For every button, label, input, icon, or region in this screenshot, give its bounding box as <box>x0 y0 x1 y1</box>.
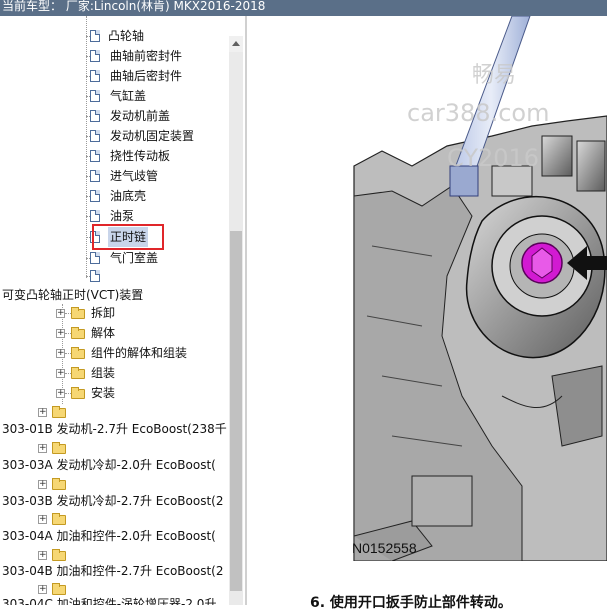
engine-illustration: 畅易 car388.com CY2016 <box>353 16 607 561</box>
tree-section-303-03b[interactable]: 303-03B 发动机冷却-2.7升 EcoBoost(2 <box>2 491 224 511</box>
scroll-up-arrow-icon[interactable] <box>229 36 243 52</box>
expand-icon[interactable]: + <box>56 369 65 378</box>
document-icon <box>90 90 100 102</box>
tree-section-303-04c[interactable]: 303-04C 加油和控件-涡轮增压器-2.0升 <box>2 594 216 605</box>
watermark-line-1: 畅易 <box>472 63 516 88</box>
document-icon <box>90 210 100 222</box>
document-icon <box>90 190 100 202</box>
document-icon <box>90 270 100 282</box>
folder-icon <box>71 367 85 379</box>
expand-icon[interactable]: + <box>38 515 47 524</box>
expand-icon[interactable]: + <box>38 551 47 560</box>
document-icon <box>90 252 100 264</box>
folder-icon <box>52 442 66 454</box>
tree-section-303-04b[interactable]: 303-04B 加油和控件-2.7升 EcoBoost(2 <box>2 561 224 581</box>
document-icon <box>90 170 100 182</box>
watermark-line-2: car388.com <box>407 99 549 127</box>
expand-icon[interactable]: + <box>56 329 65 338</box>
tree-scrollbar[interactable] <box>229 36 243 605</box>
expand-icon[interactable]: + <box>38 585 47 594</box>
document-icon <box>90 130 100 142</box>
expand-icon[interactable]: + <box>38 408 47 417</box>
tree-section-303-01b[interactable]: 303-01B 发动机-2.7升 EcoBoost(238千 <box>2 419 227 439</box>
document-icon <box>90 70 100 82</box>
document-icon <box>90 110 100 122</box>
expand-icon[interactable]: + <box>38 444 47 453</box>
tree-section-303-04a[interactable]: 303-04A 加油和控件-2.0升 EcoBoost( <box>2 526 216 546</box>
scrollbar-thumb[interactable] <box>230 231 242 591</box>
folder-icon <box>71 347 85 359</box>
watermark-line-3: CY2016 <box>447 144 539 172</box>
folder-icon <box>71 387 85 399</box>
folder-icon <box>71 307 85 319</box>
expand-icon[interactable]: + <box>56 349 65 358</box>
tree-section-303-03a[interactable]: 303-03A 发动机冷却-2.0升 EcoBoost( <box>2 455 216 475</box>
folder-icon <box>52 478 66 490</box>
vehicle-header-bar: 当前车型： 厂家:Lincoln(林肯) MKX2016-2018 <box>0 0 607 16</box>
document-icon <box>90 50 100 62</box>
expand-icon[interactable]: + <box>56 309 65 318</box>
document-icon <box>90 150 100 162</box>
figure-caption: N0152558 <box>352 540 417 556</box>
folder-icon <box>52 406 66 418</box>
tree-node-vct[interactable]: 可变凸轮轴正时(VCT)装置 <box>2 285 143 305</box>
document-icon <box>90 30 100 42</box>
folder-icon <box>52 549 66 561</box>
folder-icon <box>52 513 66 525</box>
expand-icon[interactable]: + <box>38 480 47 489</box>
expand-icon[interactable]: + <box>56 389 65 398</box>
selection-highlight-box <box>92 224 164 250</box>
folder-icon <box>71 327 85 339</box>
navigation-tree: 凸轮轴 曲轴前密封件 曲轴后密封件 气缸盖 发动机前盖 发动机固定装置 挠性传动… <box>0 16 229 605</box>
vehicle-label: 当前车型： 厂家:Lincoln(林肯) MKX2016-2018 <box>2 0 266 13</box>
procedure-step: 6. 使用开口扳手防止部件转动。 <box>310 595 512 611</box>
